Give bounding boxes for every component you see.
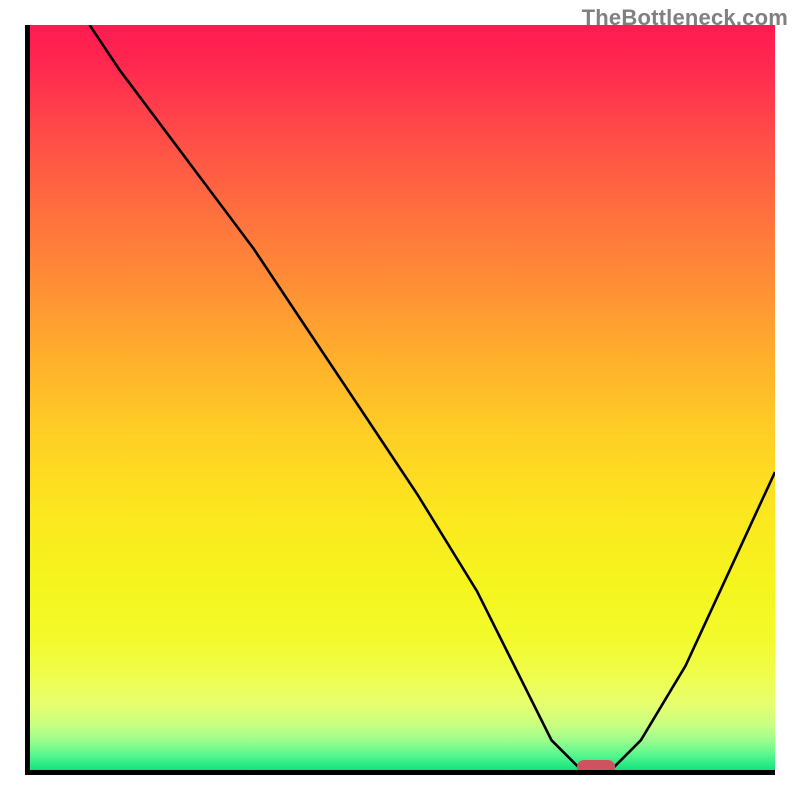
optimal-marker <box>577 760 615 775</box>
watermark-text: TheBottleneck.com <box>582 5 788 31</box>
bottleneck-curve <box>30 25 775 770</box>
curve-path <box>90 25 775 770</box>
plot-area <box>25 25 775 775</box>
chart-container: TheBottleneck.com <box>0 0 800 800</box>
